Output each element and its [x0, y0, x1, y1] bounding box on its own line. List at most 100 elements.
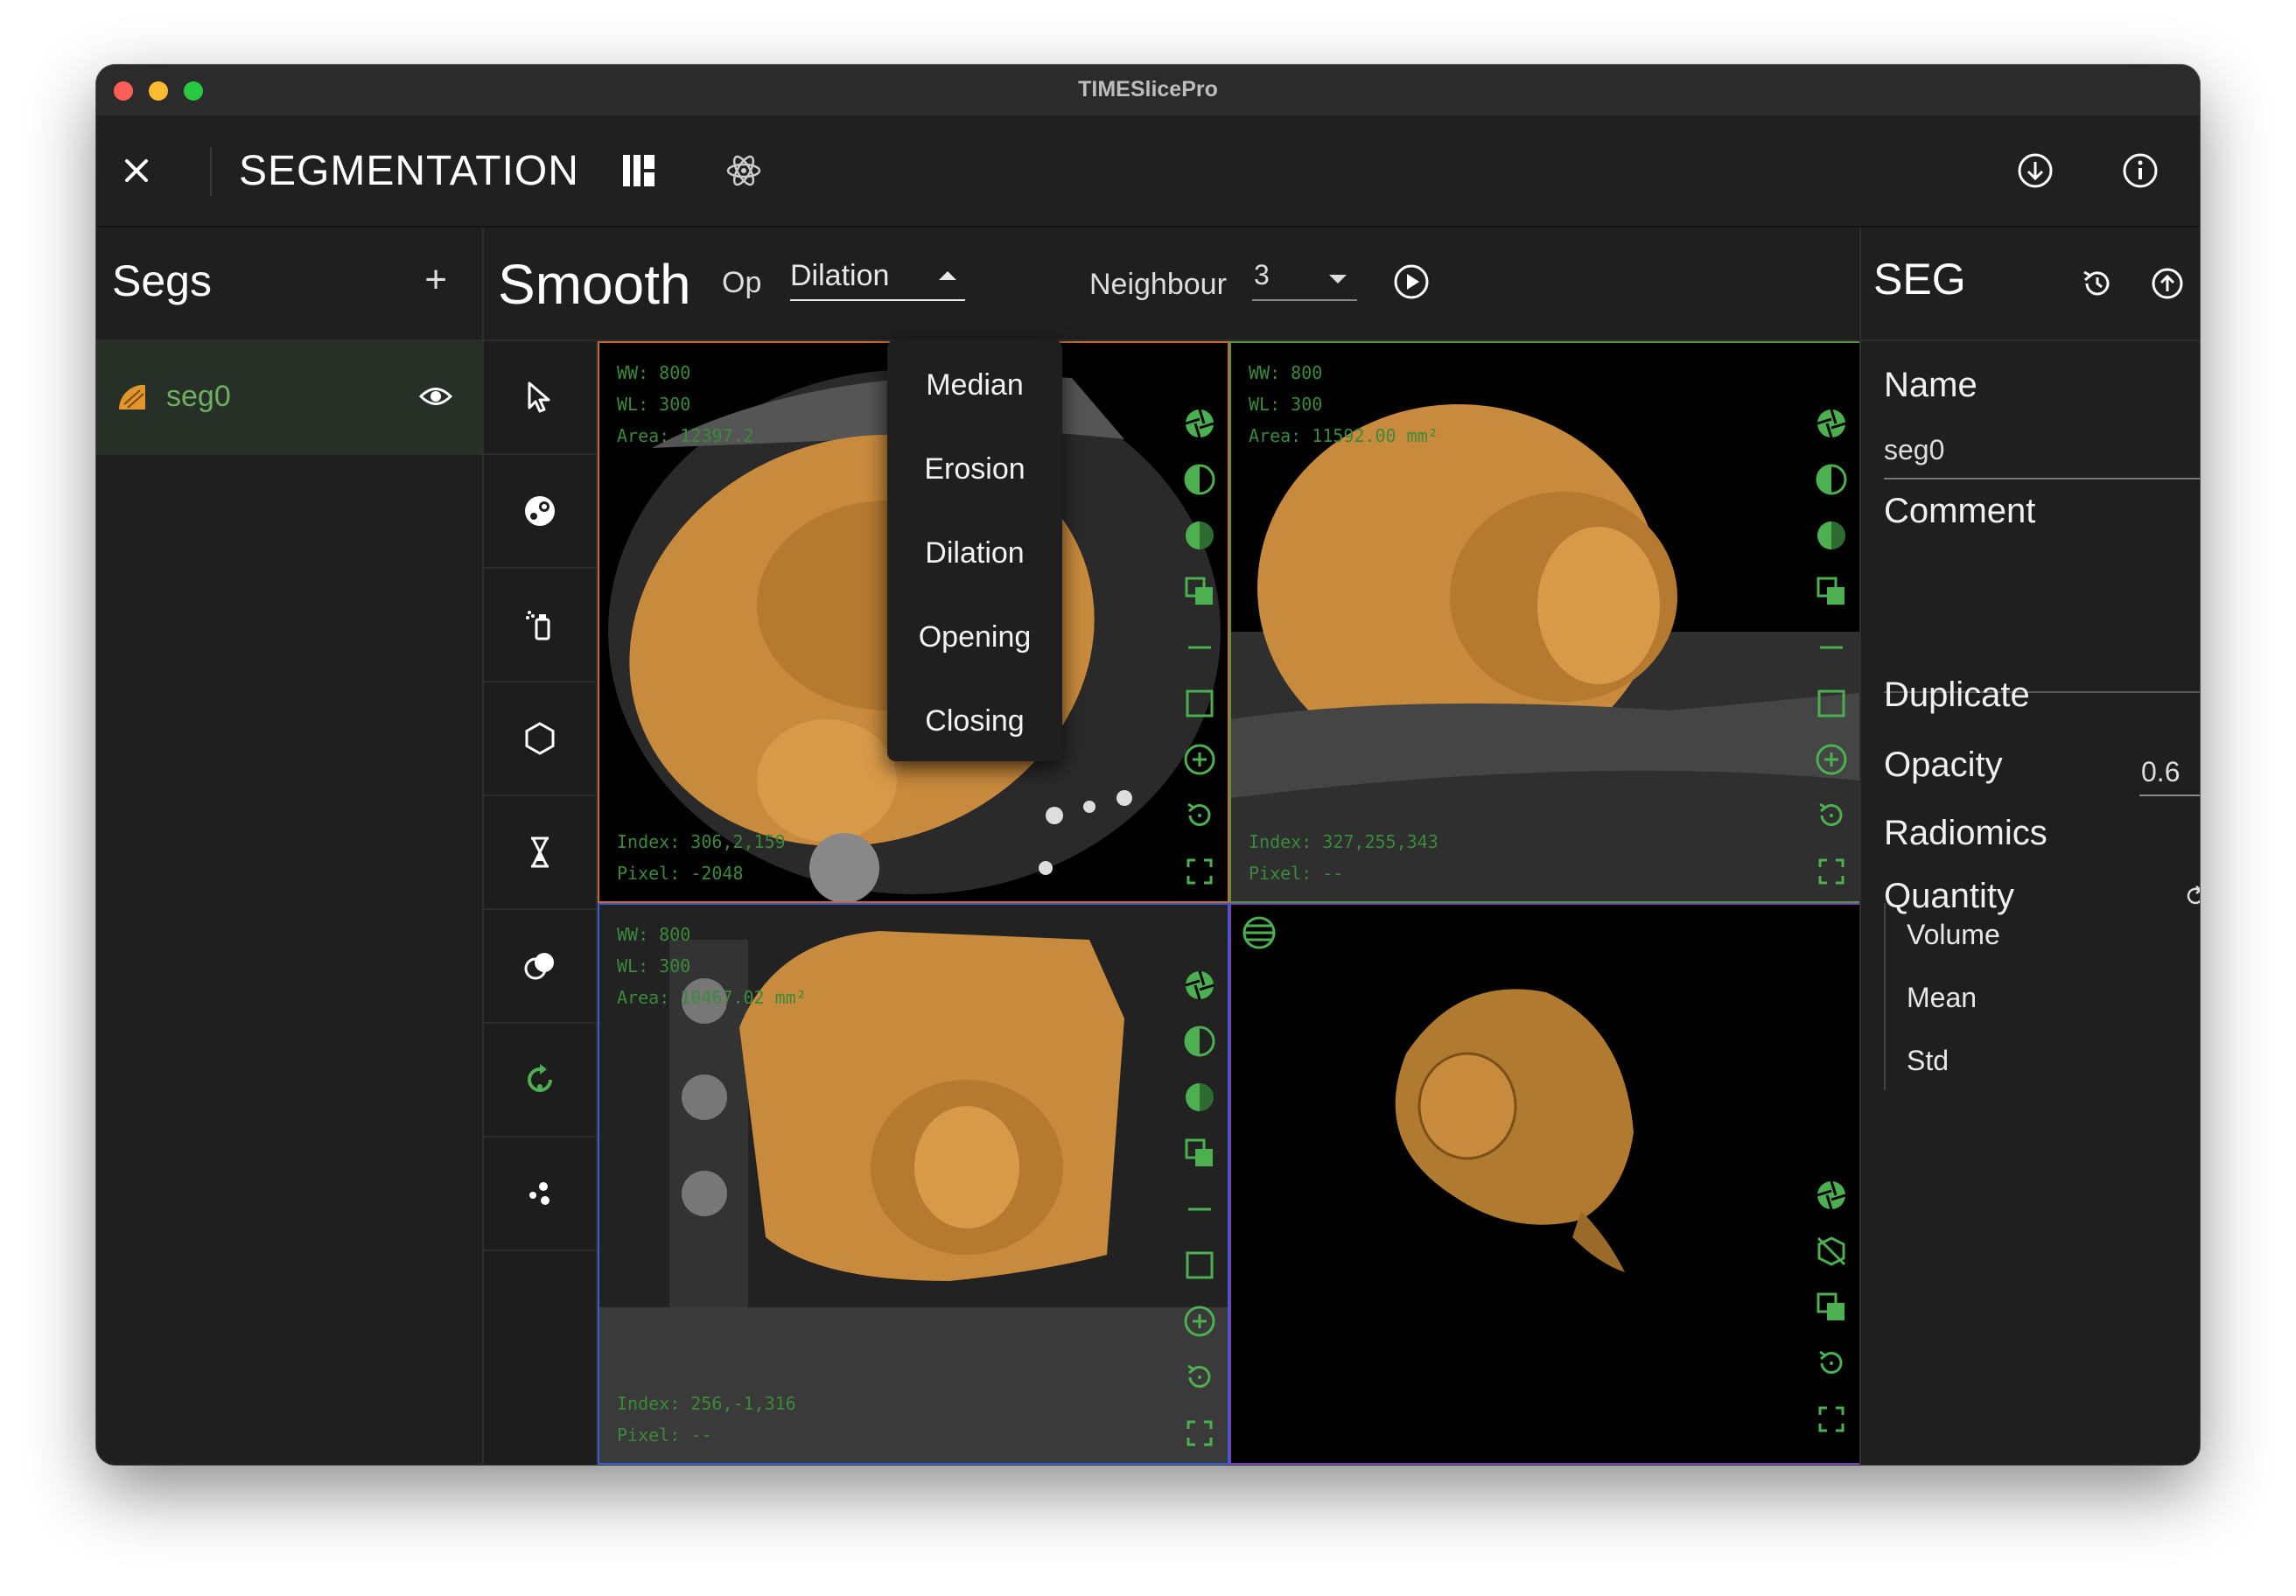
- islands-tool[interactable]: [484, 1138, 596, 1251]
- segs-panel: Segs + seg0: [96, 228, 484, 1465]
- quantity-volume[interactable]: Volume: [1907, 919, 2000, 951]
- fullscreen-icon[interactable]: [1812, 1391, 1851, 1447]
- app-bar: SEGMENTATION: [96, 116, 2200, 228]
- opacity-select[interactable]: 0.6: [2139, 752, 2200, 796]
- reset-icon[interactable]: [1180, 1349, 1219, 1405]
- axial-hud-bottom: Index: 306,2,159 Pixel: -2048: [617, 826, 786, 889]
- name-input[interactable]: seg0: [1884, 434, 2200, 480]
- duplicate-label: Duplicate: [1884, 676, 2030, 714]
- op-value: Dilation: [790, 259, 890, 292]
- hourglass-icon: [531, 836, 549, 868]
- download-icon[interactable]: [2012, 148, 2058, 193]
- pixel-text: Pixel: -2048: [617, 863, 744, 884]
- info-icon[interactable]: [2118, 148, 2163, 193]
- copy-icon[interactable]: [1180, 564, 1219, 620]
- seg-panel-title: SEG: [1873, 255, 1966, 304]
- comment-textarea[interactable]: [1884, 542, 2200, 693]
- aperture-icon[interactable]: [1180, 396, 1219, 452]
- sagittal-view-tools: [1180, 957, 1219, 1461]
- opacity-icon[interactable]: [1812, 508, 1851, 564]
- quantity-label: Quantity: [1884, 877, 2014, 915]
- fullscreen-icon[interactable]: [1180, 1405, 1219, 1461]
- neighbour-label: Neighbour: [1089, 268, 1227, 301]
- tools-column: [484, 341, 598, 1465]
- square-icon[interactable]: [1180, 1237, 1219, 1293]
- ww-text: WW: 800: [1249, 362, 1323, 383]
- segs-title: Segs: [112, 256, 212, 305]
- dots-icon: [529, 1182, 550, 1205]
- viewport-coronal[interactable]: WW: 800 WL: 300 Area: 11592.00 mm² Index…: [1229, 341, 1861, 903]
- copy-icon[interactable]: [1180, 1125, 1219, 1181]
- reset-icon[interactable]: [1180, 788, 1219, 844]
- refresh-icon[interactable]: [2183, 884, 2200, 913]
- minus-icon[interactable]: [1180, 1181, 1219, 1237]
- close-icon[interactable]: [114, 148, 159, 193]
- axial-view-tools: [1180, 396, 1219, 900]
- op-select[interactable]: Dilation: [790, 259, 965, 301]
- square-icon[interactable]: [1812, 676, 1851, 732]
- zoom-in-icon[interactable]: [1180, 1293, 1219, 1349]
- cube-off-icon[interactable]: [1812, 1223, 1851, 1279]
- radiomics-label: Radiomics: [1884, 814, 2048, 852]
- polygon-tool[interactable]: [484, 682, 596, 796]
- quantity-std[interactable]: Std: [1907, 1045, 1949, 1077]
- square-icon[interactable]: [1180, 676, 1219, 732]
- threshold-tool[interactable]: [484, 796, 596, 910]
- seg-list-item[interactable]: seg0: [96, 341, 482, 455]
- aperture-icon[interactable]: [1812, 396, 1851, 452]
- zoom-in-icon[interactable]: [1812, 732, 1851, 788]
- layout-icon[interactable]: [616, 148, 662, 193]
- upload-icon[interactable]: [2150, 266, 2185, 305]
- contrast-icon[interactable]: [1180, 1013, 1219, 1069]
- caret-down-icon: [1329, 275, 1347, 284]
- minus-icon[interactable]: [1180, 620, 1219, 676]
- page-title: SEGMENTATION: [239, 148, 579, 194]
- zoom-in-icon[interactable]: [1180, 732, 1219, 788]
- viewport-3d[interactable]: [1229, 903, 1861, 1465]
- coronal-hud-top: WW: 800 WL: 300 Area: 11592.00 mm²: [1249, 357, 1438, 452]
- comment-label: Comment: [1884, 492, 2036, 530]
- aperture-icon[interactable]: [1180, 957, 1219, 1013]
- neighbour-select[interactable]: 3: [1252, 259, 1357, 301]
- fullscreen-icon[interactable]: [1180, 844, 1219, 900]
- history-icon[interactable]: [2080, 266, 2115, 305]
- atom-icon[interactable]: [721, 148, 766, 193]
- reset-icon[interactable]: [1812, 1335, 1851, 1391]
- quantity-mean[interactable]: Mean: [1907, 982, 1977, 1014]
- brush-tool[interactable]: [484, 455, 596, 569]
- ww-text: WW: 800: [617, 362, 691, 383]
- smooth-toolbar: Smooth Op Dilation Neighbour 3: [484, 228, 1858, 341]
- coronal-view-tools: [1812, 396, 1851, 900]
- copy-icon[interactable]: [1812, 564, 1851, 620]
- op-option-closing[interactable]: Closing: [887, 679, 1062, 763]
- 3d-view-tools: [1812, 1167, 1851, 1447]
- neighbour-value: 3: [1254, 259, 1270, 290]
- pointer-tool[interactable]: [484, 341, 596, 455]
- minus-icon[interactable]: [1812, 620, 1851, 676]
- spray-tool[interactable]: [484, 569, 596, 682]
- render-3d-image: [1395, 989, 1634, 1272]
- op-option-median[interactable]: Median: [887, 343, 1062, 427]
- opacity-icon[interactable]: [1180, 1069, 1219, 1125]
- contrast-icon[interactable]: [1812, 452, 1851, 508]
- area-text: Area: 10467.02 mm²: [617, 987, 807, 1008]
- aperture-icon[interactable]: [1812, 1167, 1851, 1223]
- play-icon[interactable]: [1392, 262, 1431, 305]
- add-seg-button[interactable]: +: [424, 261, 447, 299]
- contrast-icon[interactable]: [1180, 452, 1219, 508]
- fullscreen-icon[interactable]: [1812, 844, 1851, 900]
- opacity-icon[interactable]: [1180, 508, 1219, 564]
- viewport-sagittal[interactable]: WW: 800 WL: 300 Area: 10467.02 mm² Index…: [598, 903, 1229, 1465]
- op-dropdown-menu: Median Erosion Dilation Opening Closing: [887, 340, 1062, 761]
- visibility-eye-icon[interactable]: [418, 383, 453, 414]
- op-option-opening[interactable]: Opening: [887, 595, 1062, 679]
- caret-up-icon: [939, 271, 956, 280]
- boolean-tool[interactable]: [484, 910, 596, 1024]
- pixel-text: Pixel: --: [1249, 863, 1344, 884]
- op-option-erosion[interactable]: Erosion: [887, 427, 1062, 511]
- reset-icon[interactable]: [1812, 788, 1851, 844]
- op-option-dilation[interactable]: Dilation: [887, 511, 1062, 595]
- copy-icon[interactable]: [1812, 1279, 1851, 1335]
- smooth-tool[interactable]: [484, 1024, 596, 1138]
- opacity-value: 0.6: [2141, 756, 2180, 788]
